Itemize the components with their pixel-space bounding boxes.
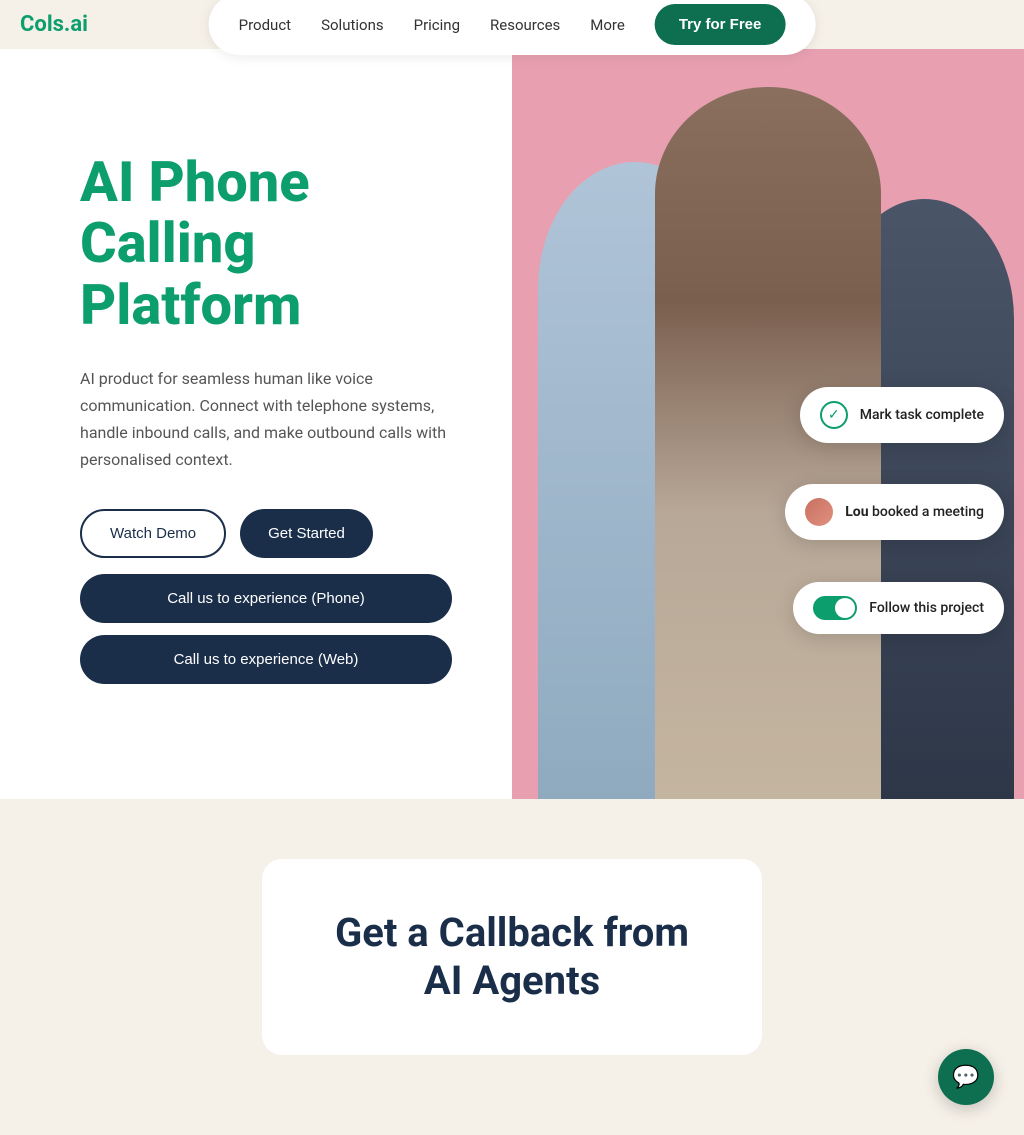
hero-right: ✓ Mark task complete Lou booked a meetin… — [512, 49, 1024, 799]
toggle-knob — [835, 598, 855, 618]
nav-pill: Product Solutions Pricing Resources More… — [209, 0, 816, 55]
logo: Cols.ai — [20, 12, 88, 37]
call-web-button[interactable]: Call us to experience (Web) — [80, 635, 452, 684]
nav-solutions[interactable]: Solutions — [321, 16, 384, 34]
call-phone-button[interactable]: Call us to experience (Phone) — [80, 574, 452, 623]
watch-demo-button[interactable]: Watch Demo — [80, 509, 226, 558]
hero-section: AI Phone Calling Platform AI product for… — [0, 49, 1024, 799]
lou-text: Lou booked a meeting — [845, 504, 984, 520]
hero-title: AI Phone Calling Platform — [80, 152, 452, 337]
follow-project-label: Follow this project — [869, 600, 984, 616]
nav-pricing[interactable]: Pricing — [414, 16, 460, 34]
callback-title: Get a Callback from AI Agents — [322, 909, 702, 1005]
mark-task-card: ✓ Mark task complete — [800, 387, 1004, 443]
lou-avatar — [805, 498, 833, 526]
navbar: Cols.ai Product Solutions Pricing Resour… — [0, 0, 1024, 49]
follow-project-card: Follow this project — [793, 582, 1004, 634]
chat-icon: 💬 — [952, 1065, 979, 1090]
follow-toggle[interactable] — [813, 596, 857, 620]
lou-name: Lou — [845, 504, 868, 520]
lou-action: booked a meeting — [869, 504, 984, 520]
nav-more[interactable]: More — [590, 16, 625, 34]
bottom-section: Get a Callback from AI Agents 💬 — [0, 799, 1024, 1135]
person-center — [655, 87, 880, 800]
nav-product[interactable]: Product — [239, 16, 291, 34]
hero-left: AI Phone Calling Platform AI product for… — [0, 49, 512, 799]
try-free-button[interactable]: Try for Free — [655, 4, 786, 45]
callback-card: Get a Callback from AI Agents — [262, 859, 762, 1055]
lou-card: Lou booked a meeting — [785, 484, 1004, 540]
hero-subtitle: AI product for seamless human like voice… — [80, 365, 452, 474]
nav-resources[interactable]: Resources — [490, 16, 560, 34]
get-started-button[interactable]: Get Started — [240, 509, 373, 558]
hero-primary-buttons: Watch Demo Get Started — [80, 509, 452, 558]
chat-fab-button[interactable]: 💬 — [938, 1049, 994, 1105]
mark-task-label: Mark task complete — [860, 407, 984, 423]
check-icon: ✓ — [820, 401, 848, 429]
